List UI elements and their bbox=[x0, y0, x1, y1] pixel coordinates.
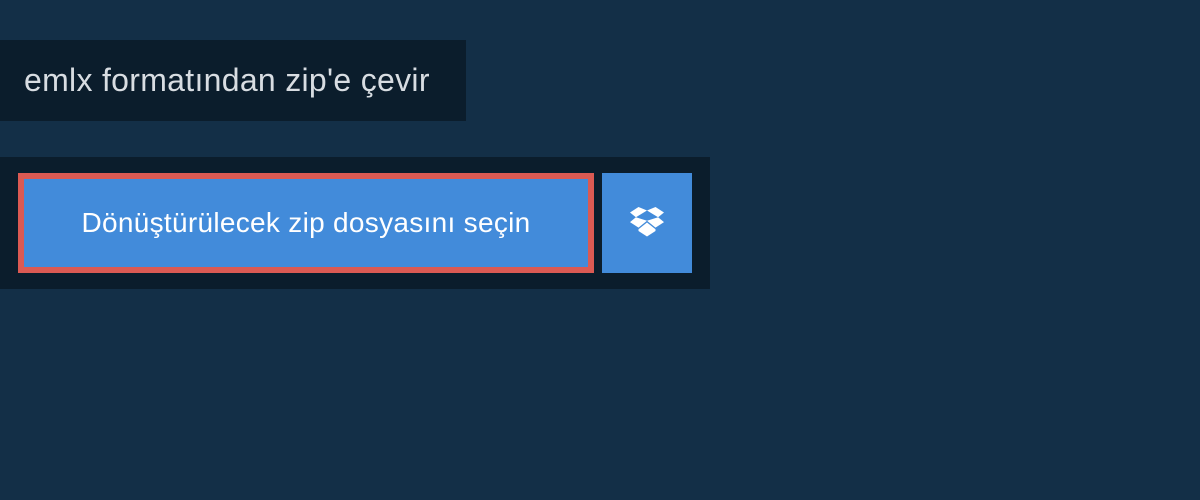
dropbox-button[interactable] bbox=[602, 173, 692, 273]
select-file-label: Dönüştürülecek zip dosyasını seçin bbox=[81, 207, 530, 239]
dropbox-icon bbox=[630, 207, 664, 239]
converter-container: emlx formatından zip'e çevir Dönüştürüle… bbox=[0, 0, 1200, 289]
upload-panel: Dönüştürülecek zip dosyasını seçin bbox=[0, 157, 710, 289]
page-title: emlx formatından zip'e çevir bbox=[24, 62, 430, 98]
select-file-button[interactable]: Dönüştürülecek zip dosyasını seçin bbox=[18, 173, 594, 273]
title-bar: emlx formatından zip'e çevir bbox=[0, 40, 466, 121]
